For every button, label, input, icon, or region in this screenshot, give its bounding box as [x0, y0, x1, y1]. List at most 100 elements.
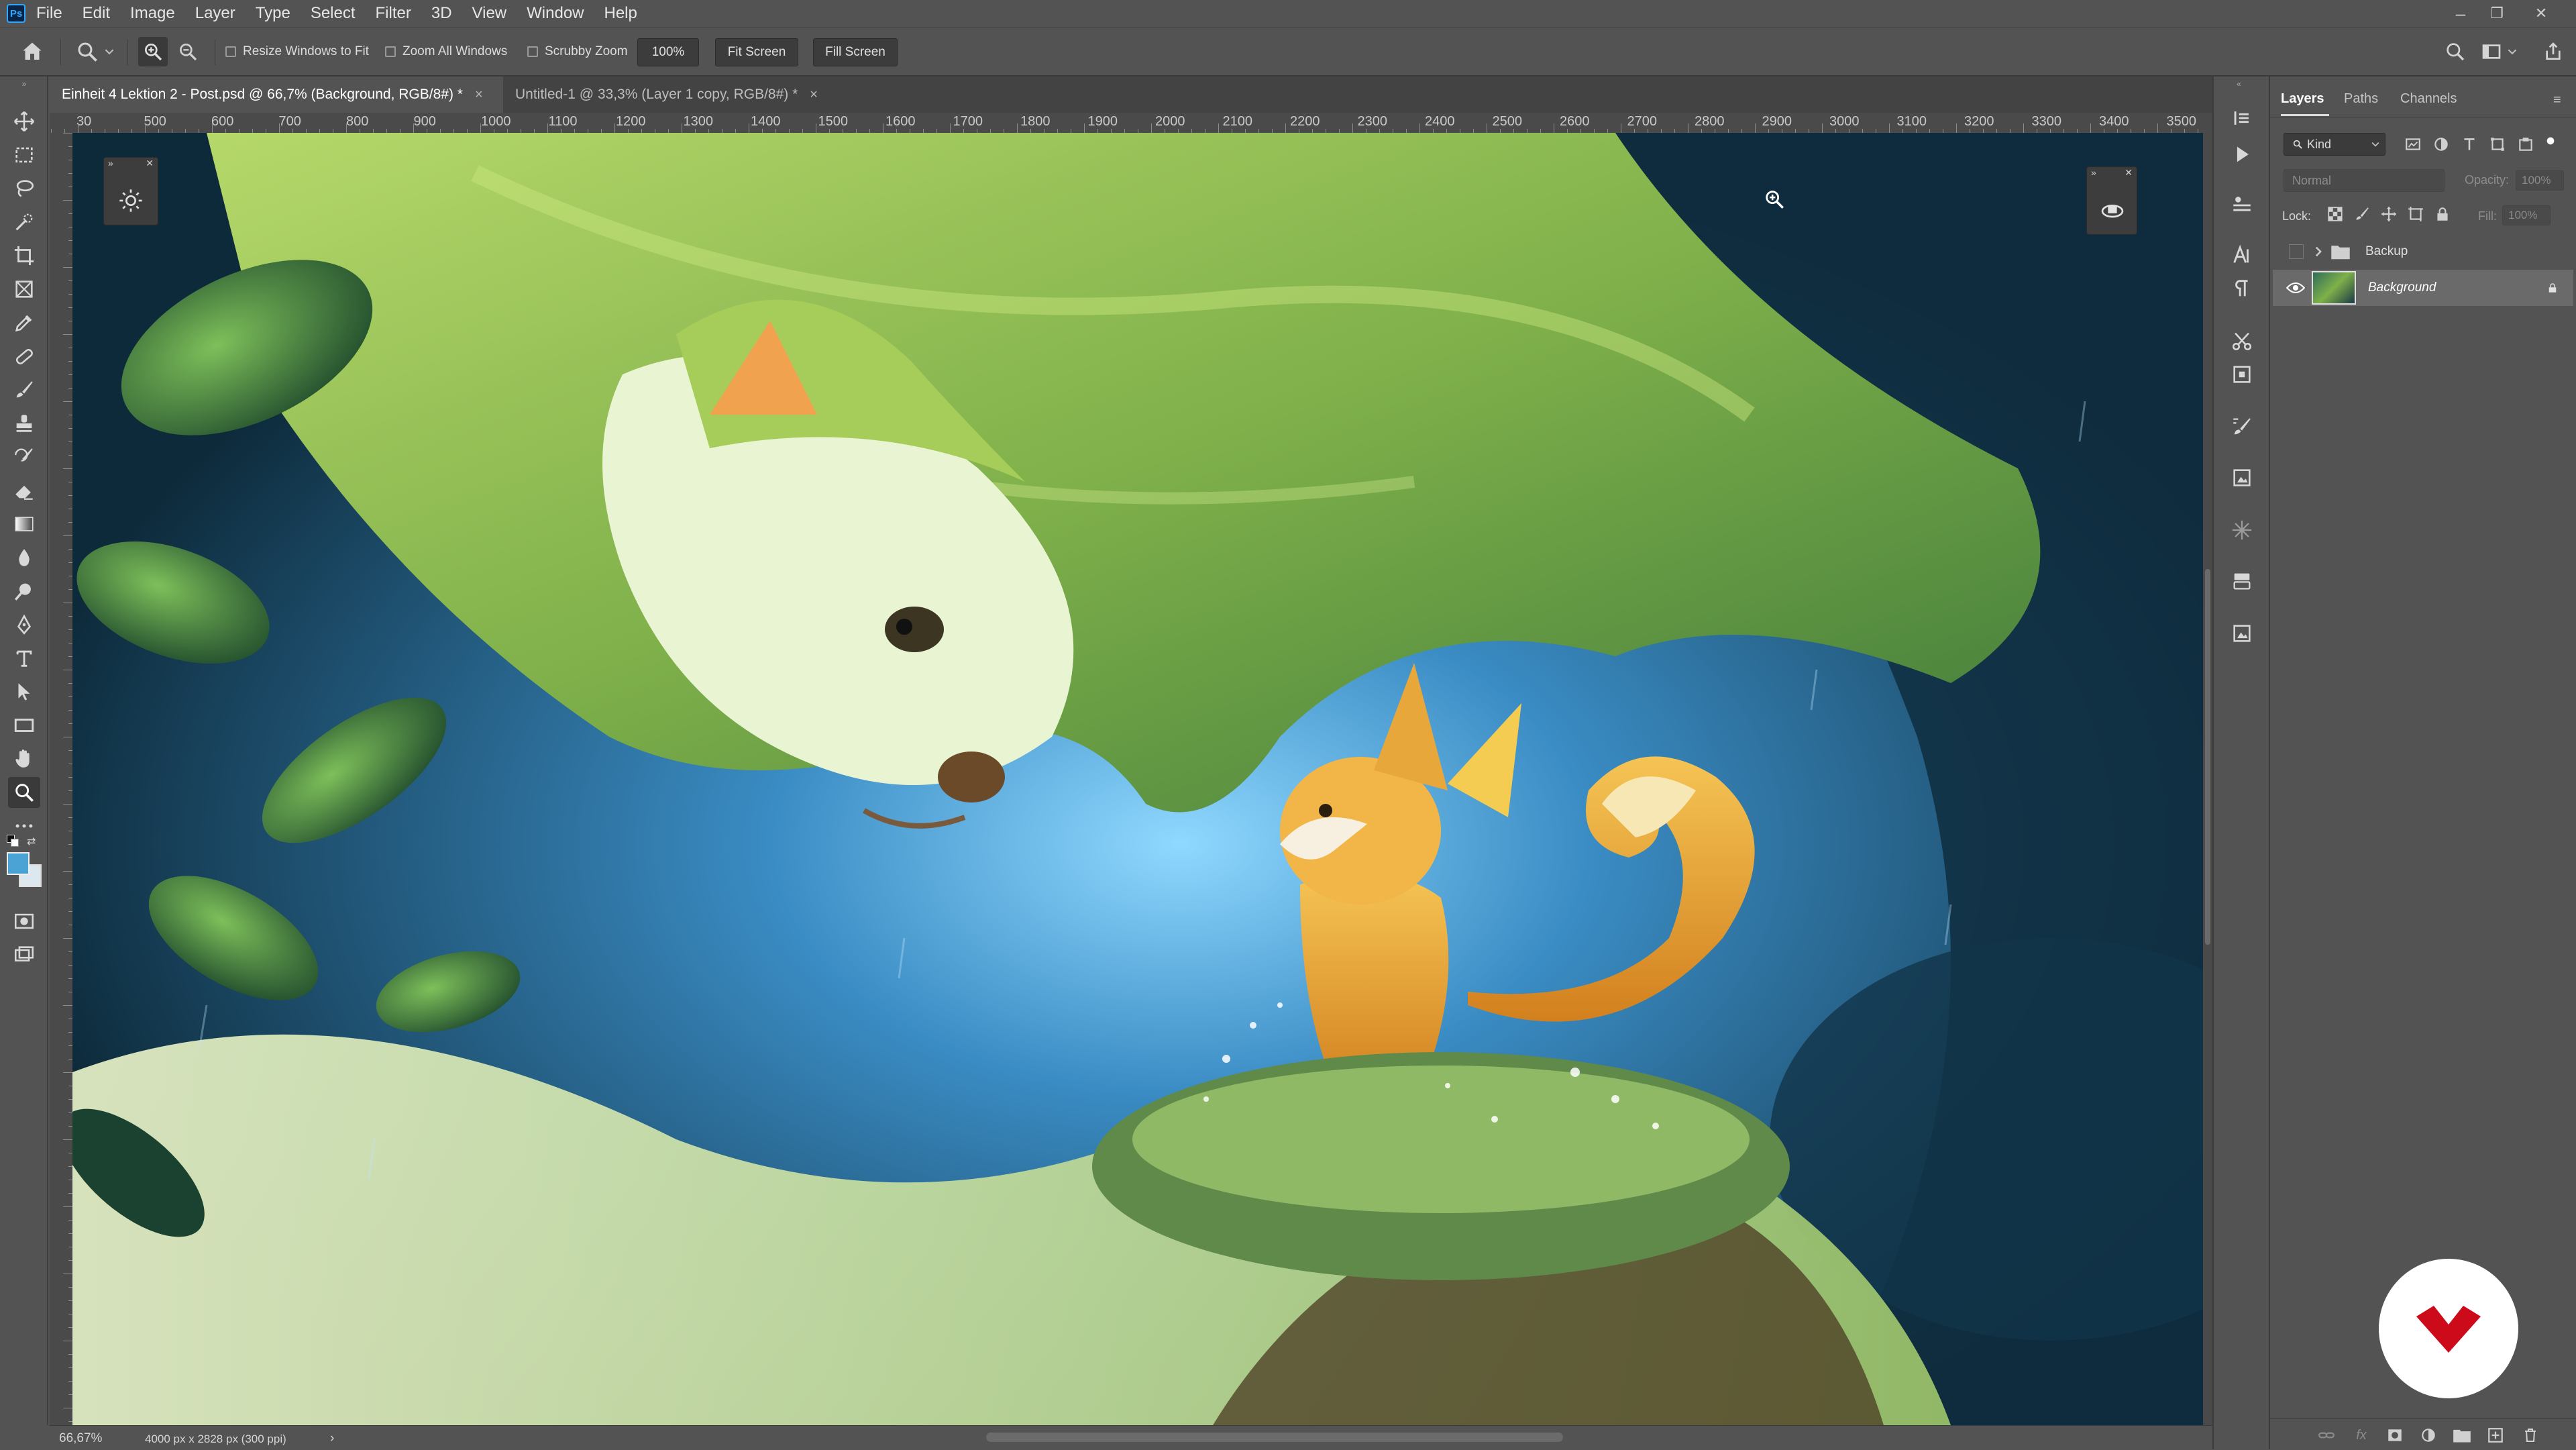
scrubby-zoom-checkbox[interactable]: Scrubby Zoom — [527, 28, 628, 76]
opacity-field[interactable]: 100% — [2516, 170, 2564, 191]
tab-paths[interactable]: Paths — [2344, 91, 2378, 107]
actions-panel-button[interactable] — [2227, 140, 2257, 169]
layer-style-button[interactable]: fx — [2352, 1426, 2371, 1445]
crop-tool[interactable] — [8, 240, 40, 271]
new-layer-button[interactable] — [2486, 1426, 2505, 1445]
document-canvas[interactable]: » ✕ » ✕ — [72, 133, 2203, 1425]
status-menu-arrow[interactable]: › — [330, 1431, 334, 1446]
type-tool[interactable] — [8, 643, 40, 674]
tool-presets-panel-button[interactable] — [2227, 326, 2257, 356]
foreground-color-swatch[interactable] — [7, 852, 30, 875]
visibility-toggle[interactable] — [2289, 244, 2304, 259]
menu-image[interactable]: Image — [130, 4, 175, 23]
zoom-in-button[interactable] — [138, 28, 168, 76]
adjustment-filter-icon[interactable] — [2432, 136, 2450, 153]
tab-untitled-1[interactable]: Untitled-1 @ 33,3% (Layer 1 copy, RGB/8#… — [503, 76, 888, 113]
home-button[interactable] — [20, 28, 44, 76]
tab-einheit-4[interactable]: Einheit 4 Lektion 2 - Post.psd @ 66,7% (… — [50, 76, 503, 113]
history-panel-button[interactable] — [2227, 103, 2257, 133]
restore-button[interactable]: ❐ — [2478, 0, 2516, 27]
brush-tool[interactable] — [8, 374, 40, 405]
new-adjustment-layer-button[interactable] — [2419, 1426, 2438, 1445]
smart-object-filter-icon[interactable] — [2517, 136, 2534, 153]
clone-stamp-tool[interactable] — [8, 408, 40, 439]
scroll-thumb[interactable] — [2205, 569, 2210, 945]
swap-colors-icon[interactable]: ⇄ — [27, 835, 36, 848]
zoom-out-button[interactable] — [177, 28, 199, 76]
horizontal-ruler[interactable]: 30 500 600 700 800 900 1000 1100 1200 1300 1400 150… — [50, 113, 2212, 134]
new-group-button[interactable] — [2453, 1426, 2471, 1445]
menu-filter[interactable]: Filter — [376, 4, 411, 23]
zoom-percent-field[interactable]: 100% — [637, 38, 699, 66]
character-panel-button[interactable] — [2227, 240, 2257, 270]
chevron-right-icon[interactable] — [2313, 246, 2324, 257]
default-colors-icon[interactable] — [7, 835, 20, 848]
lock-artboard-icon[interactable] — [2407, 205, 2424, 223]
blur-tool[interactable] — [8, 542, 40, 573]
healing-brush-tool[interactable] — [8, 341, 40, 372]
collapse-toolbar-icon[interactable]: » — [9, 79, 39, 89]
horizontal-scroll-thumb[interactable] — [986, 1433, 1563, 1442]
minimize-button[interactable]: – — [2442, 0, 2479, 27]
floating-light-widget[interactable]: » ✕ — [103, 157, 158, 225]
frame-tool[interactable] — [8, 274, 40, 305]
zoom-level-field[interactable]: 66,67% — [59, 1431, 102, 1446]
quick-selection-tool[interactable] — [8, 207, 40, 238]
menu-3d[interactable]: 3D — [431, 4, 452, 23]
lock-position-icon[interactable] — [2380, 205, 2398, 223]
close-widget-icon[interactable]: ✕ — [146, 158, 154, 171]
vertical-scrollbar[interactable] — [2203, 113, 2212, 1425]
zoom-all-windows-checkbox[interactable]: Zoom All Windows — [385, 28, 507, 76]
path-selection-tool[interactable] — [8, 676, 40, 707]
brush-settings-panel-button[interactable] — [2227, 412, 2257, 442]
lock-all-icon[interactable] — [2434, 205, 2451, 223]
collapse-icon[interactable]: » — [108, 158, 113, 171]
pen-tool[interactable] — [8, 609, 40, 640]
menu-edit[interactable]: Edit — [83, 4, 110, 23]
type-filter-icon[interactable] — [2461, 136, 2478, 153]
properties-panel-button[interactable] — [2227, 191, 2257, 220]
screen-mode-button[interactable] — [8, 939, 40, 970]
layer-filter-kind-select[interactable]: Kind — [2284, 133, 2385, 156]
adjustments-panel-button[interactable] — [2227, 515, 2257, 545]
filter-toggle-icon[interactable] — [2545, 136, 2556, 146]
rectangle-tool[interactable] — [8, 710, 40, 741]
layer-row-background[interactable]: Background — [2273, 270, 2573, 306]
close-widget-icon[interactable]: ✕ — [2125, 167, 2133, 180]
link-layers-button[interactable] — [2317, 1426, 2336, 1445]
blend-mode-select[interactable]: Normal — [2284, 169, 2445, 192]
zoom-tool[interactable] — [8, 777, 40, 808]
fill-field[interactable]: 100% — [2502, 205, 2551, 225]
collapse-icon[interactable]: » — [2091, 167, 2096, 180]
close-tab-icon[interactable]: × — [810, 87, 818, 103]
fill-screen-button[interactable]: Fill Screen — [813, 38, 898, 66]
3d-panel-button[interactable] — [2227, 566, 2257, 596]
lock-icon[interactable] — [2546, 281, 2559, 295]
menu-layer[interactable]: Layer — [195, 4, 235, 23]
eyedropper-tool[interactable] — [8, 307, 40, 338]
shape-filter-icon[interactable] — [2489, 136, 2506, 153]
hand-tool[interactable] — [8, 743, 40, 774]
delete-layer-button[interactable] — [2521, 1426, 2540, 1445]
layer-row-backup[interactable]: Backup — [2273, 234, 2573, 270]
dodge-tool[interactable] — [8, 576, 40, 607]
lasso-tool[interactable] — [8, 173, 40, 204]
zoom-tool-preset[interactable] — [75, 28, 114, 76]
eye-icon[interactable] — [2286, 281, 2305, 295]
panel-menu-icon[interactable]: ≡ — [2553, 93, 2561, 108]
menu-view[interactable]: View — [472, 4, 507, 23]
eraser-tool[interactable] — [8, 475, 40, 506]
pixel-filter-icon[interactable] — [2404, 136, 2422, 153]
quick-mask-button[interactable] — [8, 906, 40, 937]
menu-select[interactable]: Select — [311, 4, 356, 23]
vertical-ruler[interactable] — [50, 133, 73, 1425]
paragraph-panel-button[interactable] — [2227, 274, 2257, 303]
close-button[interactable]: ✕ — [2522, 0, 2560, 27]
floating-3d-camera-widget[interactable]: » ✕ — [2086, 166, 2137, 235]
clone-source-panel-button[interactable] — [2227, 360, 2257, 389]
resize-windows-checkbox[interactable]: Resize Windows to Fit — [225, 28, 369, 76]
workspace-button[interactable] — [2481, 28, 2517, 76]
menu-window[interactable]: Window — [527, 4, 584, 23]
menu-type[interactable]: Type — [256, 4, 290, 23]
add-mask-button[interactable] — [2385, 1426, 2404, 1445]
